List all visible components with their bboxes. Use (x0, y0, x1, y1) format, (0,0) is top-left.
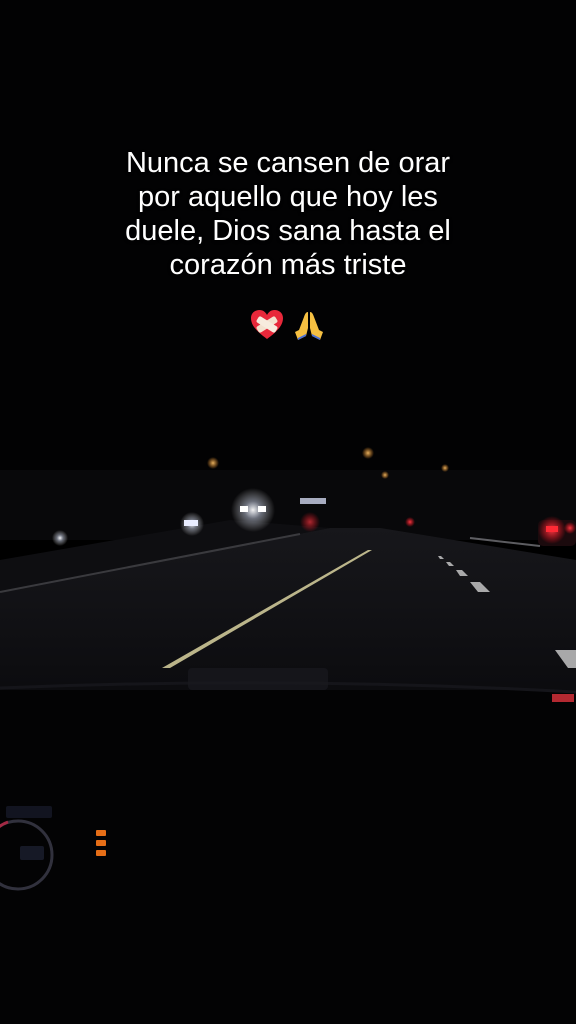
oncoming-headlight-left (240, 506, 248, 512)
oncoming-headlight-right (258, 506, 266, 512)
right-car-tail-light (546, 526, 558, 532)
caption-line-4: corazón más triste (169, 249, 407, 281)
caption-line-2: por aquello que hoy les (138, 181, 438, 213)
tail-lights-center-glow (300, 512, 320, 532)
dashboard (0, 690, 576, 1024)
oncoming-headlights-glow (231, 488, 275, 532)
tail-light-far (405, 517, 415, 527)
caption-line-3: duele, Dios sana hasta el (125, 215, 451, 247)
right-reflection (552, 694, 574, 702)
street-light-1 (207, 457, 219, 469)
car-light (184, 520, 198, 526)
caption-text: Nunca se cansen de orar por aquello que … (48, 146, 528, 282)
street-light-3 (381, 471, 389, 479)
windshield-reflection (188, 668, 328, 690)
praying-hands-icon (294, 312, 323, 340)
highway-sign (300, 498, 326, 504)
street-light-4 (441, 464, 449, 472)
caption-line-1: Nunca se cansen de orar (125, 147, 451, 179)
mending-heart-icon (251, 310, 284, 339)
right-car-tail-light-2 (564, 522, 576, 534)
far-left-light (52, 530, 68, 546)
street-light-2 (362, 447, 374, 459)
orange-indicator (96, 830, 106, 856)
caption-emojis (0, 308, 576, 344)
